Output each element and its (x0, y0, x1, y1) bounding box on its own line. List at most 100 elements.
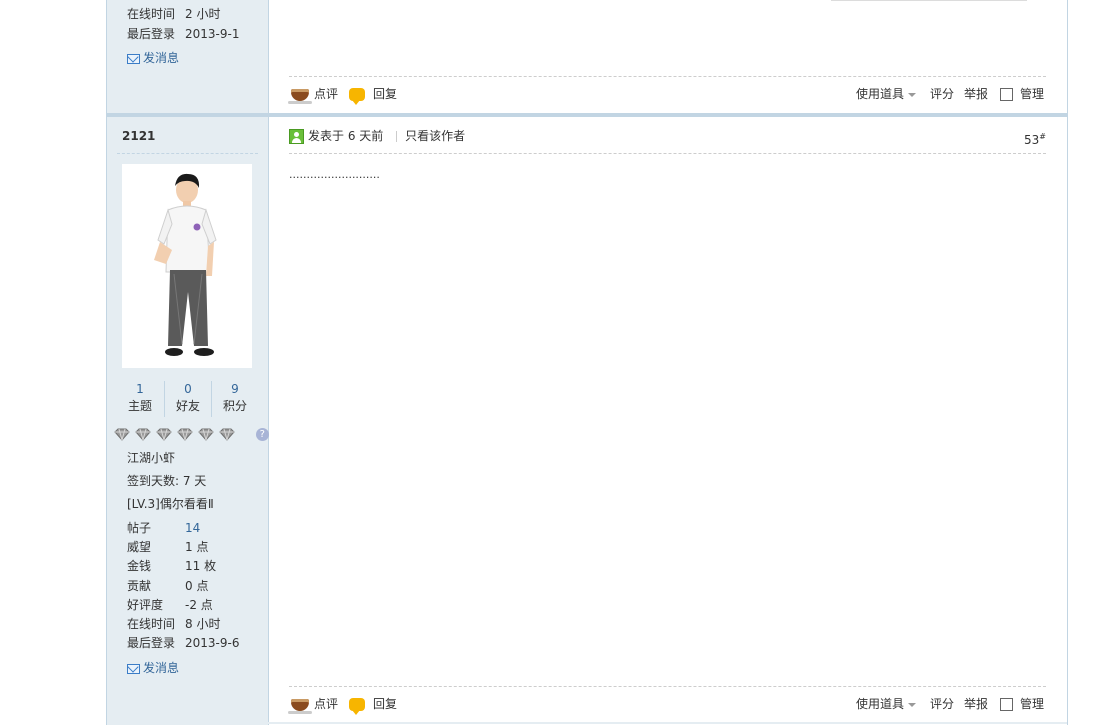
report-link[interactable]: 举报 (964, 694, 988, 714)
info-row-contribution: 贡献 0 点 (127, 577, 208, 595)
post-time: 发表于 6 天前 (308, 129, 384, 143)
diamond-icon (198, 428, 214, 441)
prev-info-row-online: 在线时间 2 小时 (127, 5, 220, 23)
send-message-link[interactable]: 发消息 (127, 659, 179, 677)
prev-report-link[interactable]: 举报 (964, 84, 988, 104)
chevron-down-icon (908, 92, 917, 97)
info-key: 最后登录 (127, 27, 176, 41)
meta-divider (289, 153, 1046, 154)
info-key: 威望 (127, 540, 152, 554)
prev-post-sidebar: 在线时间 2 小时 最后登录 2013-9-1 发消息 (107, 0, 269, 113)
floor-suffix: # (1039, 132, 1046, 141)
info-row-online: 在线时间 8 小时 (127, 615, 220, 633)
speech-bubble-icon (349, 698, 365, 715)
floor-number[interactable]: 53# (1024, 128, 1046, 147)
prev-manage-checkbox[interactable]: 管理 (1000, 84, 1044, 104)
prev-rate-link[interactable]: 评分 (930, 84, 954, 104)
prev-send-message-link[interactable]: 发消息 (127, 49, 179, 67)
diamond-icon (135, 428, 151, 441)
prev-comment-button[interactable]: 点评 (288, 84, 339, 104)
stat-threads[interactable]: 1 主题 (117, 381, 163, 415)
stat-points[interactable]: 9 积分 (212, 381, 258, 415)
stat-label: 积分 (222, 399, 247, 413)
info-row-money: 金钱 11 枚 (127, 557, 216, 575)
reply-button[interactable]: 回复 (349, 694, 398, 715)
prev-reply-button[interactable]: 回复 (349, 84, 398, 105)
post-meta: 发表于 6 天前 只看该作者 (289, 127, 465, 145)
info-row-posts: 帖子 14 (127, 519, 200, 537)
post-footer-divider (289, 686, 1046, 687)
info-value: 2013-9-6 (185, 636, 240, 650)
post-bottom-separator (107, 722, 1067, 724)
coffee-cup-icon (288, 698, 312, 714)
comment-label: 点评 (314, 697, 339, 711)
only-author-link[interactable]: 只看该作者 (405, 129, 465, 143)
mail-icon (127, 663, 140, 674)
comment-label: 点评 (314, 87, 339, 101)
info-value: -2 点 (185, 598, 213, 612)
report-label: 举报 (964, 697, 989, 711)
stat-label: 主题 (127, 399, 152, 413)
checkbox-icon[interactable] (1000, 88, 1013, 101)
send-message-label: 发消息 (143, 51, 180, 65)
manage-label: 管理 (1020, 697, 1045, 711)
coffee-cup-icon (288, 88, 312, 104)
info-value: 0 点 (185, 579, 209, 593)
prev-content-edge (831, 0, 1027, 1)
checkbox-icon[interactable] (1000, 698, 1013, 711)
diamond-icon (177, 428, 193, 441)
info-key: 在线时间 (127, 617, 176, 631)
author-sidebar: 2121 1 主题 0 好友 9 积分 ? 江湖小虾 签到天数: 7 天 [LV… (107, 117, 269, 725)
info-value-posts-link[interactable]: 14 (185, 521, 200, 535)
rate-link[interactable]: 评分 (930, 694, 954, 714)
diamond-icon (219, 428, 235, 441)
author-name[interactable]: 2121 (122, 127, 155, 145)
floor-value: 53 (1024, 133, 1040, 147)
stat-friends[interactable]: 0 好友 (165, 381, 211, 415)
use-item-menu[interactable]: 使用道具 (856, 694, 917, 714)
info-key: 最后登录 (127, 636, 176, 650)
post-main: 发表于 6 天前 只看该作者 53# .....................… (269, 117, 1067, 725)
info-value: 11 枚 (185, 559, 217, 573)
meta-separator (396, 131, 398, 142)
reply-label: 回复 (373, 697, 398, 711)
stat-number: 9 (231, 382, 239, 396)
info-value: 1 点 (185, 540, 209, 554)
info-row-prestige: 威望 1 点 (127, 538, 208, 556)
info-key: 好评度 (127, 598, 164, 612)
user-stats: 1 主题 0 好友 9 积分 (117, 381, 258, 417)
use-item-label: 使用道具 (856, 697, 905, 711)
speech-bubble-icon (349, 88, 365, 105)
info-key: 贡献 (127, 579, 152, 593)
manage-checkbox[interactable]: 管理 (1000, 694, 1044, 714)
post-content: .......................... (289, 168, 380, 181)
report-label: 举报 (964, 87, 989, 101)
diamond-icon (156, 428, 172, 441)
author-divider (117, 153, 258, 154)
chevron-down-icon (908, 702, 917, 707)
info-value: 8 小时 (185, 617, 221, 631)
comment-button[interactable]: 点评 (288, 694, 339, 714)
info-value: 2013-9-1 (185, 27, 240, 41)
user-level[interactable]: [LV.3]偶尔看看Ⅱ (127, 495, 214, 513)
checkin-days: 签到天数: 7 天 (127, 474, 207, 488)
help-icon[interactable]: ? (255, 428, 269, 441)
prev-divider (289, 76, 1046, 77)
avatar-figure (154, 173, 217, 356)
info-key: 帖子 (127, 521, 152, 535)
manage-label: 管理 (1020, 87, 1045, 101)
stat-number: 1 (136, 382, 144, 396)
info-key: 在线时间 (127, 7, 176, 21)
prev-post-main: 点评 回复 使用道具 评分 举报 管理 (269, 0, 1067, 113)
rank-title[interactable]: 江湖小虾 (127, 449, 175, 467)
mail-icon (127, 53, 140, 64)
reply-label: 回复 (373, 87, 398, 101)
prev-use-item-menu[interactable]: 使用道具 (856, 84, 917, 104)
post-list: 在线时间 2 小时 最后登录 2013-9-1 发消息 点评 回复 使用道具 评分 … (106, 0, 1068, 725)
avatar[interactable] (122, 164, 252, 368)
stat-number: 0 (184, 382, 192, 396)
info-row-reputation: 好评度 -2 点 (127, 596, 213, 614)
send-message-label: 发消息 (143, 661, 180, 675)
info-row-lastlogin: 最后登录 2013-9-6 (127, 634, 239, 652)
prev-info-row-lastlogin: 最后登录 2013-9-1 (127, 25, 239, 43)
